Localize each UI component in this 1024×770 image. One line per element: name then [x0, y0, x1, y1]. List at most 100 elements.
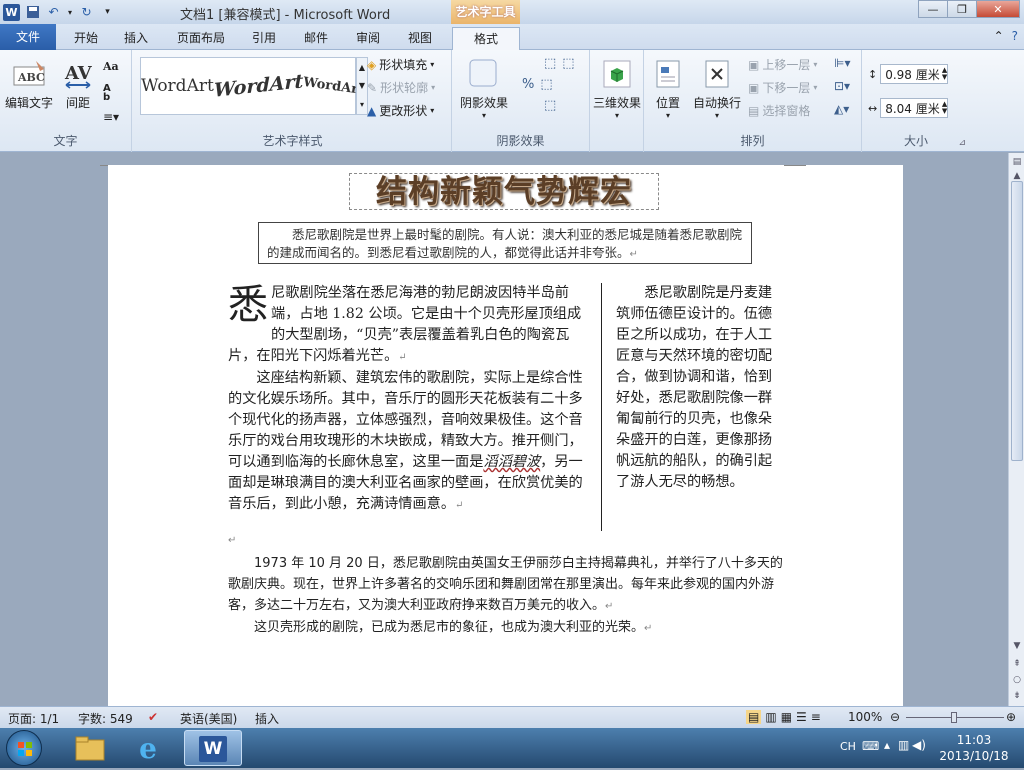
align-icon: ⊫▾: [834, 56, 851, 70]
next-page-icon[interactable]: ⇟: [1010, 689, 1024, 703]
svg-text:ABC: ABC: [17, 71, 45, 84]
tab-view[interactable]: 视图: [400, 27, 440, 50]
ruler-toggle-icon[interactable]: ▤: [1010, 155, 1024, 169]
customize-qat-icon[interactable]: ▾: [99, 4, 116, 21]
folder-icon: [75, 736, 105, 761]
input-method[interactable]: CH: [840, 740, 856, 753]
intro-textbox[interactable]: 悉尼歌剧院是世界上最时髦的剧院。有人说：澳大利亚的悉尼城是随着悉尼歌剧院的建成而…: [258, 222, 752, 264]
height-field-row: ↕ 0.98 厘米 ▲ ▼: [868, 64, 949, 84]
group-button[interactable]: ⊡▾: [834, 79, 850, 93]
zoom-level[interactable]: 100%: [848, 710, 882, 724]
tab-file[interactable]: 文件: [0, 24, 56, 50]
save-icon[interactable]: [24, 4, 41, 21]
right-column: 悉尼歌剧院是丹麦建筑师伍德臣设计的。伍德臣之所以成功，在于人工匠意与天然环境的密…: [616, 283, 784, 493]
wordart-style-2[interactable]: WordArt: [214, 70, 303, 101]
column-divider: [601, 283, 602, 531]
shadow-effects-button[interactable]: 阴影效果 ▾: [456, 56, 512, 120]
windows-logo-icon: [18, 742, 32, 756]
document-page[interactable]: 结构新颖气势辉宏 悉尼歌剧院是世界上最时髦的剧院。有人说：澳大利亚的悉尼城是随着…: [100, 165, 903, 706]
scroll-thumb[interactable]: [1011, 181, 1023, 461]
wordart-title[interactable]: 结构新颖气势辉宏: [349, 173, 659, 210]
width-icon: ↔: [868, 101, 878, 115]
rotate-button[interactable]: ◭▾: [834, 102, 849, 116]
nudge-up-icon[interactable]: ⬚: [544, 56, 556, 71]
spacing-button[interactable]: AV 间距: [58, 56, 98, 111]
tab-format[interactable]: 格式: [452, 27, 520, 51]
zoom-slider-thumb[interactable]: [951, 712, 957, 723]
browse-object-icon[interactable]: ○: [1010, 673, 1024, 687]
tab-mailings[interactable]: 邮件: [296, 27, 336, 50]
outline-icon[interactable]: ☰: [796, 710, 807, 724]
wordart-style-gallery[interactable]: WordArt WordArt WordArt: [140, 57, 365, 115]
paragraph-1: 悉尼歌剧院坐落在悉尼海港的勃尼朗波因特半岛前端，占地 1.82 公顷。它是由十个…: [228, 282, 582, 364]
change-shape-button[interactable]: ▲ 更改形状 ▾: [367, 102, 434, 119]
undo-dropdown-icon[interactable]: ▾: [66, 4, 74, 21]
tab-insert[interactable]: 插入: [116, 27, 156, 50]
tab-review[interactable]: 审阅: [348, 27, 388, 50]
print-layout-icon[interactable]: ▤: [746, 710, 762, 724]
shape-outline-button[interactable]: ✎ 形状轮廓 ▾: [367, 79, 435, 96]
vertical-scrollbar[interactable]: ▤ ▲ ▼ ⇞ ○ ⇟: [1008, 153, 1024, 706]
page-count[interactable]: 页面: 1/1: [8, 710, 59, 727]
word-taskbar-button[interactable]: W: [184, 730, 242, 766]
volume-icon[interactable]: ◀): [912, 738, 926, 752]
internet-explorer-icon[interactable]: e: [128, 732, 168, 765]
insert-mode[interactable]: 插入: [255, 710, 279, 727]
word-logo-icon[interactable]: W: [3, 3, 20, 21]
send-backward-icon: ▣: [748, 80, 760, 95]
shape-fill-button[interactable]: ◈ 形状填充 ▾: [367, 56, 434, 73]
start-button[interactable]: [6, 730, 42, 766]
tab-references[interactable]: 引用: [244, 27, 284, 50]
bring-forward-button[interactable]: ▣ 上移一层 ▾: [748, 56, 817, 73]
document-area: 结构新颖气势辉宏 悉尼歌剧院是世界上最时髦的剧院。有人说：澳大利亚的悉尼城是随着…: [0, 153, 1008, 706]
vertical-text-icon: Ab: [103, 83, 111, 103]
even-height-icon: Aa: [103, 60, 119, 73]
zoom-in-icon[interactable]: ⊕: [1006, 710, 1016, 724]
tab-page-layout[interactable]: 页面布局: [170, 27, 232, 50]
width-input[interactable]: 8.04 厘米 ▲ ▼: [880, 98, 949, 118]
language[interactable]: 英语(美国): [180, 710, 237, 727]
maximize-button[interactable]: ❐: [947, 0, 977, 18]
undo-icon[interactable]: ↶: [45, 4, 62, 21]
web-layout-icon[interactable]: ▦: [781, 710, 792, 724]
empty-paragraph-mark: ↵: [228, 535, 237, 546]
explorer-taskbar-button[interactable]: [70, 732, 110, 764]
minimize-button[interactable]: —: [918, 0, 948, 18]
word-app-icon: W: [199, 736, 227, 762]
clock[interactable]: 11:03 2013/10/18: [934, 732, 1014, 764]
shadow-toggle-icon[interactable]: %: [522, 77, 534, 92]
nudge-left-icon[interactable]: ⬚: [562, 56, 574, 71]
show-hidden-icons-icon[interactable]: ▴: [884, 738, 890, 752]
group-3d-effects: 三维效果 ▾: [590, 50, 644, 152]
wrap-text-button[interactable]: 自动换行 ▾: [692, 56, 742, 120]
full-screen-reading-icon[interactable]: ▥: [765, 710, 776, 724]
network-icon[interactable]: ▥: [898, 738, 909, 752]
position-button[interactable]: 位置 ▾: [650, 56, 686, 120]
wordart-style-1[interactable]: WordArt: [141, 76, 214, 96]
height-input[interactable]: 0.98 厘米 ▲ ▼: [880, 64, 949, 84]
tab-home[interactable]: 开始: [66, 27, 106, 50]
edit-text-button[interactable]: ABC 编辑文字: [4, 56, 54, 111]
scroll-down-icon[interactable]: ▼: [1010, 639, 1024, 653]
nudge-right-icon[interactable]: ⬚: [540, 77, 552, 92]
3d-effects-button[interactable]: 三维效果 ▾: [590, 56, 644, 120]
keyboard-icon[interactable]: ⌨: [862, 739, 879, 753]
word-count[interactable]: 字数: 549: [78, 710, 133, 727]
previous-page-icon[interactable]: ⇞: [1010, 657, 1024, 671]
close-button[interactable]: ✕: [976, 0, 1020, 18]
vertical-text-button[interactable]: Ab: [103, 83, 111, 103]
spacing-icon: AV: [60, 56, 96, 92]
draft-icon[interactable]: ≡: [811, 710, 821, 724]
nudge-down-icon[interactable]: ⬚: [544, 98, 556, 113]
align-text-button[interactable]: ≡▾: [103, 110, 119, 124]
size-dialog-launcher-icon[interactable]: ⊿: [958, 138, 966, 148]
selection-pane-button[interactable]: ▤ 选择窗格: [748, 102, 810, 119]
proofing-icon[interactable]: ✔: [148, 710, 158, 724]
zoom-out-icon[interactable]: ⊖: [890, 710, 900, 724]
redo-icon[interactable]: ↻: [78, 4, 95, 21]
even-height-button[interactable]: Aa: [103, 60, 119, 73]
help-icon[interactable]: ?: [1012, 29, 1018, 43]
minimize-ribbon-icon[interactable]: ⌃: [994, 29, 1004, 43]
send-backward-button[interactable]: ▣ 下移一层 ▾: [748, 79, 817, 96]
align-button[interactable]: ⊫▾: [834, 56, 850, 70]
